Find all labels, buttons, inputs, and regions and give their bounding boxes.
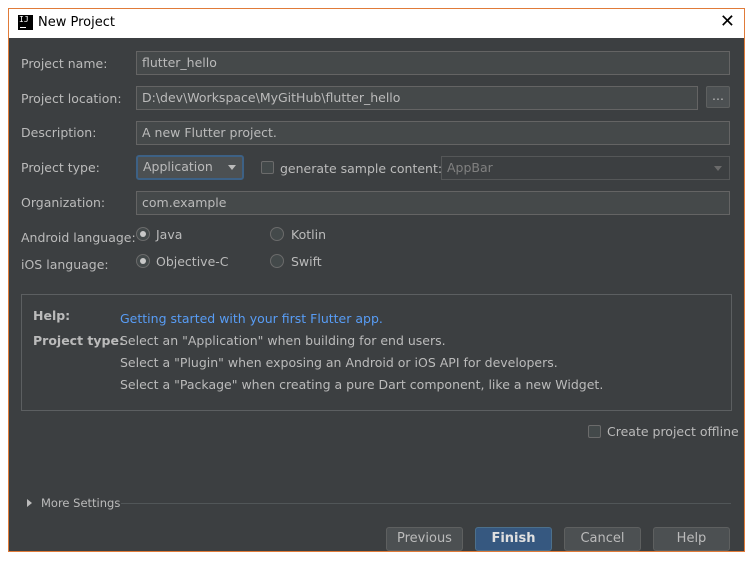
project-location-input[interactable]: D:\dev\Workspace\MyGitHub\flutter_hello — [136, 86, 698, 110]
generate-sample-checkbox[interactable] — [261, 161, 274, 174]
help-panel: Help: Getting started with your first Fl… — [21, 294, 732, 411]
java-label: Java — [156, 227, 183, 242]
java-radio[interactable] — [136, 227, 150, 241]
create-offline-checkbox[interactable] — [588, 425, 601, 438]
finish-button[interactable]: Finish — [475, 527, 552, 551]
getting-started-link[interactable]: Getting started with your first Flutter … — [120, 311, 383, 326]
cancel-button[interactable]: Cancel — [564, 527, 641, 551]
chevron-right-icon[interactable] — [27, 499, 32, 507]
previous-button[interactable]: Previous — [386, 527, 463, 551]
chevron-down-icon — [228, 165, 236, 170]
project-type-label: Project type: — [21, 160, 100, 175]
android-language-label: Android language: — [21, 230, 136, 245]
project-name-label: Project name: — [21, 56, 108, 71]
divider — [121, 503, 731, 504]
kotlin-label: Kotlin — [291, 227, 326, 242]
description-input[interactable]: A new Flutter project. — [136, 121, 730, 145]
chevron-down-icon — [714, 166, 722, 171]
title-bar: IJ New Project ✕ — [9, 9, 744, 38]
help-line: Select an "Application" when building fo… — [120, 333, 446, 348]
window-title: New Project — [38, 15, 115, 30]
new-project-dialog: IJ New Project ✕ Project name: flutter_h… — [8, 8, 745, 552]
close-icon[interactable]: ✕ — [720, 12, 735, 32]
help-line: Select a "Package" when creating a pure … — [120, 377, 604, 392]
objective-c-label: Objective-C — [156, 254, 229, 269]
project-type-value: Application — [143, 159, 213, 174]
project-type-help-key: Project type: — [33, 333, 124, 348]
kotlin-radio[interactable] — [270, 227, 284, 241]
help-button[interactable]: Help — [653, 527, 730, 551]
swift-label: Swift — [291, 254, 322, 269]
sample-content-select: AppBar — [441, 156, 730, 180]
intellij-icon: IJ — [18, 15, 33, 30]
ios-language-label: iOS language: — [21, 257, 109, 272]
generate-sample-label: generate sample content: — [280, 161, 443, 176]
objective-c-radio[interactable] — [136, 254, 150, 268]
organization-label: Organization: — [21, 195, 106, 210]
dialog-content: Project name: flutter_hello Project loca… — [9, 38, 744, 551]
sample-content-value: AppBar — [447, 160, 493, 175]
help-key: Help: — [33, 308, 71, 323]
create-offline-label: Create project offline — [607, 424, 739, 439]
project-type-select[interactable]: Application — [136, 155, 244, 180]
description-label: Description: — [21, 125, 97, 140]
project-location-label: Project location: — [21, 91, 122, 106]
more-settings-toggle[interactable]: More Settings — [41, 496, 120, 510]
help-line: Select a "Plugin" when exposing an Andro… — [120, 355, 558, 370]
browse-button[interactable]: ... — [706, 86, 730, 108]
organization-input[interactable]: com.example — [136, 191, 730, 215]
swift-radio[interactable] — [270, 254, 284, 268]
project-name-input[interactable]: flutter_hello — [136, 51, 730, 75]
